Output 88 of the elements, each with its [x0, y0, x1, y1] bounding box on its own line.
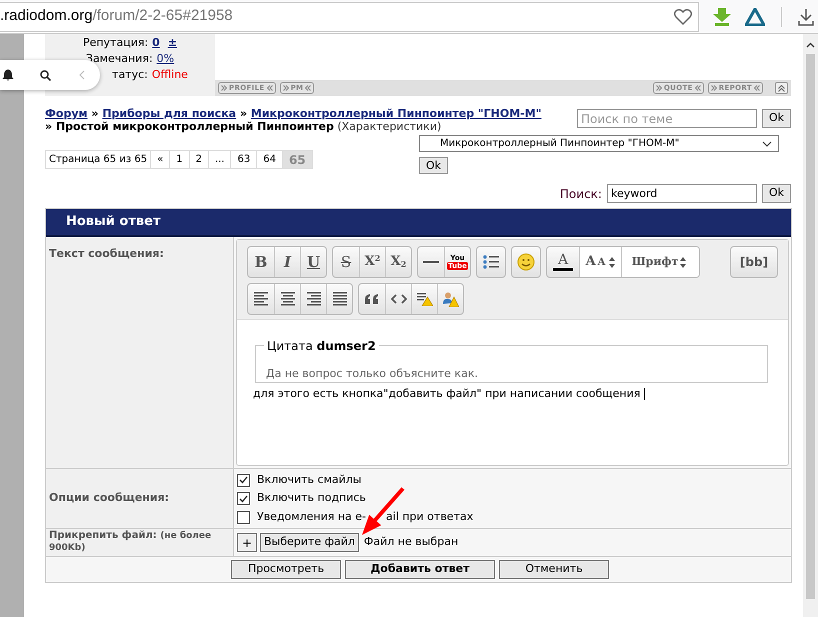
download-icon[interactable] [798, 8, 814, 26]
scrollbar-thumb[interactable] [806, 54, 815, 599]
search-icon[interactable] [40, 70, 51, 80]
address-field[interactable]: .radiodom.org/forum/2-2-65#21958 [0, 2, 699, 32]
code-icon[interactable] [390, 294, 406, 304]
option-label: Включить подпись [257, 490, 366, 506]
checkbox[interactable] [237, 510, 250, 524]
chevrons-left-icon [305, 85, 312, 91]
bold-button[interactable]: B [248, 247, 274, 277]
breadcrumb-link[interactable]: Микроконтроллерный Пинпоинтер "ГНОМ-М" [250, 107, 542, 120]
page-link[interactable]: 63 [230, 150, 258, 169]
double-chevron-up-icon [778, 84, 785, 92]
align-right-icon[interactable] [306, 292, 322, 306]
status-label: татус: [112, 67, 148, 83]
remarks-label: Замечания: [86, 51, 153, 67]
bell-icon[interactable] [2, 69, 14, 81]
ok-button[interactable]: Ok [762, 184, 791, 203]
message-area[interactable]: Цитата dumser2 Да не вопрос только объясните как. для этого есть кнопка"добавить файл" при написании сообщения [237, 320, 788, 465]
heart-icon[interactable] [674, 8, 692, 24]
up-down-icon [609, 256, 616, 268]
page-counter: Страница 65 из 65 [45, 150, 152, 169]
add-file-button[interactable]: + [237, 533, 257, 552]
font-select[interactable]: Шрифт [621, 247, 699, 277]
topic-search-field[interactable]: Поиск по теме [576, 109, 757, 128]
reputation-change-link[interactable]: ± [168, 35, 178, 51]
superscript-button[interactable]: X$^{2}$ [359, 247, 385, 277]
status-value: Offline [152, 67, 188, 83]
breadcrumb-link[interactable]: Приборы для поиска [102, 107, 236, 120]
ok-button[interactable]: Ok [419, 157, 448, 174]
chevrons-right-icon [710, 85, 717, 91]
strikethrough-button[interactable]: S [333, 247, 359, 277]
reputation-link[interactable]: 0 [152, 35, 160, 51]
search-field[interactable]: keyword [606, 184, 757, 203]
align-left-icon[interactable] [253, 292, 269, 306]
chevrons-left-icon [754, 85, 760, 91]
breadcrumb: Форум » Приборы для поиска » Микроконтроллерный Пинпоинтер "ГНОМ-М" » Простой микроконтроллерный Пинпоинтер (Характеристики) [45, 107, 542, 133]
scroll-top-button[interactable] [775, 82, 788, 94]
page-link[interactable]: « [150, 150, 170, 169]
check-icon [239, 476, 248, 484]
option-label: ail при ответах [386, 508, 474, 525]
form-title: Новый ответ [66, 213, 160, 232]
chevrons-left-icon [266, 85, 273, 91]
chevrons-right-icon [221, 85, 227, 91]
chevron-down-icon [762, 140, 772, 146]
quote-icon[interactable] [365, 294, 379, 304]
attach-label: Прикрепить файл: (не более 900Kb) [49, 530, 212, 554]
italic-button[interactable]: I [274, 247, 300, 277]
no-file-text: Файл не выбран [364, 534, 458, 550]
ok-button[interactable]: Ok [762, 109, 791, 128]
quote-text: Да не вопрос только объясните как. [266, 367, 478, 380]
checkbox[interactable] [237, 474, 250, 486]
triangle-logo-icon[interactable] [745, 8, 765, 26]
list-icon[interactable] [483, 254, 499, 270]
font-size-select[interactable]: AA [579, 247, 621, 277]
subscript-button[interactable]: X$_{2}$ [385, 247, 411, 277]
options-label: Опции сообщения: [49, 490, 170, 506]
text-color-button[interactable]: A [547, 247, 579, 277]
page-link[interactable]: ... [208, 150, 232, 169]
underline-button[interactable]: U [300, 247, 326, 277]
form-button[interactable]: Добавить ответ [345, 560, 495, 579]
justify-icon[interactable] [332, 292, 348, 306]
breadcrumb-link[interactable]: Форум [45, 107, 88, 120]
choose-file-button[interactable]: Выберите файл [260, 533, 359, 552]
align-center-icon[interactable] [280, 292, 296, 306]
page-link[interactable]: 2 [188, 150, 209, 169]
chevrons-left-icon [694, 85, 701, 91]
form-button[interactable]: Просмотреть [231, 560, 341, 579]
option-label: Уведомления на e- [257, 508, 366, 525]
check-icon [239, 494, 248, 502]
bbcode-button[interactable]: [bb] [731, 247, 777, 277]
scroll-up-icon[interactable] [806, 42, 815, 48]
warning-text-icon[interactable] [416, 292, 432, 306]
checkbox[interactable] [237, 492, 250, 505]
forum-jump-select[interactable]: Микроконтроллерный Пинпоинтер "ГНОМ-М" [419, 135, 779, 152]
up-down-icon [680, 256, 686, 268]
remarks-link[interactable]: 0% [156, 51, 174, 67]
reputation-label: Репутация: [82, 35, 148, 51]
message-label: Текст сообщения: [49, 247, 164, 260]
option-label: Включить смайлы [257, 472, 362, 488]
search-label: Поиск: [560, 186, 602, 202]
chevrons-right-icon [656, 85, 662, 91]
url-text: .radiodom.org/forum/2-2-65#21958 [0, 6, 234, 26]
message-text: для этого есть кнопка"добавить файл" при написании сообщения [253, 386, 770, 402]
page-link[interactable]: 1 [169, 150, 190, 169]
smiley-icon[interactable] [517, 253, 535, 271]
warning-user-icon[interactable] [442, 292, 458, 306]
chevrons-right-icon [282, 85, 289, 91]
form-button[interactable]: Отменить [499, 560, 609, 579]
